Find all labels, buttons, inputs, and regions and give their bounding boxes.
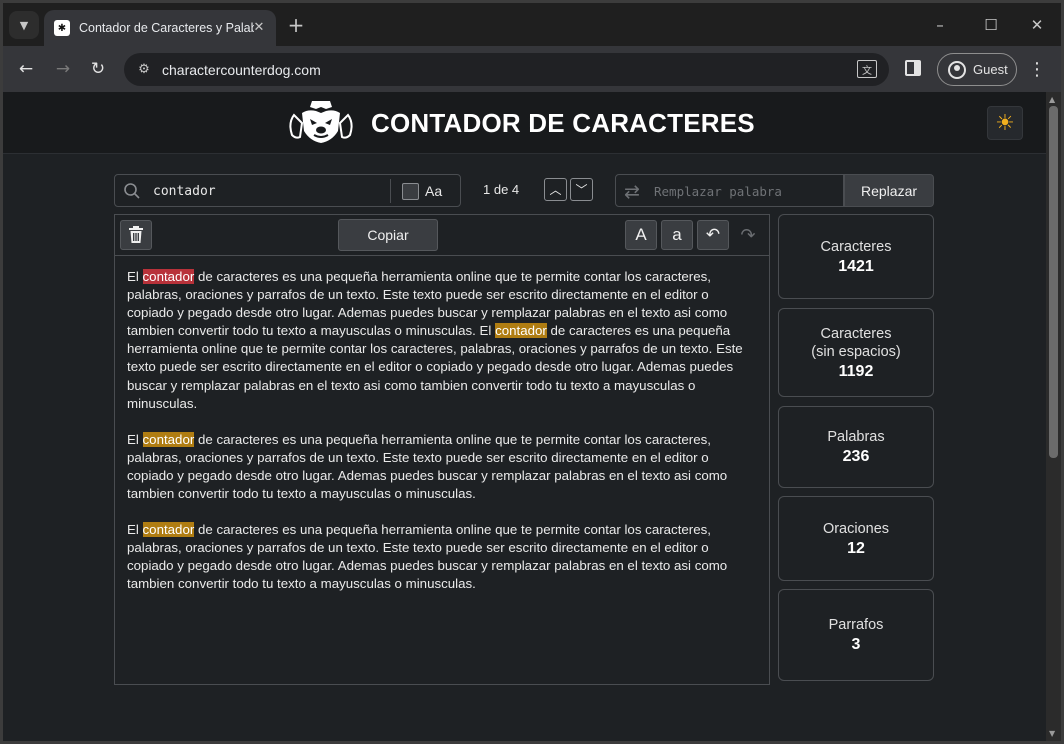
browser-tab[interactable]: ✱ Contador de Caracteres y Palabras ✕: [44, 10, 276, 46]
search-divider: [390, 179, 391, 203]
stat-value: 1421: [838, 257, 874, 275]
uppercase-button[interactable]: A: [625, 220, 657, 250]
translate-icon[interactable]: 文: [857, 60, 877, 78]
stat-label: Caracteres (sin espacios): [811, 325, 901, 360]
chevron-up-icon[interactable]: ︿: [544, 178, 567, 201]
tab-search-icon[interactable]: ▼: [9, 11, 39, 39]
stat-label: Palabras: [827, 429, 885, 445]
plus-icon[interactable]: +: [284, 13, 308, 37]
scroll-thumb[interactable]: [1049, 106, 1058, 458]
replace-box: ⇄: [615, 174, 844, 207]
text-segment: El: [127, 522, 143, 538]
page-content: CONTADOR DE CARACTERES ☀ Aa 1 de 4 ︿ ﹀ ⇄…: [3, 92, 1046, 741]
text-segment: de caracteres es una pequeña herramienta…: [127, 522, 728, 592]
editor-paragraph: El contador de caracteres es una pequeña…: [127, 268, 749, 413]
search-input[interactable]: [153, 180, 387, 202]
text-editor: Copiar A a ↶ ↷ El contador de caracteres…: [114, 214, 770, 685]
match-highlight: contador: [495, 323, 547, 339]
minimize-icon[interactable]: –: [925, 13, 955, 37]
more-vert-icon[interactable]: ⋮: [1027, 55, 1047, 83]
scroll-down-icon[interactable]: ▼: [1049, 729, 1055, 738]
stat-label: Caracteres: [820, 238, 892, 255]
stat-value: 3: [851, 636, 861, 653]
profile-button[interactable]: Guest: [937, 53, 1017, 86]
editor-toolbar: Copiar A a ↶ ↷: [115, 215, 769, 256]
editor-paragraph: El contador de caracteres es una pequeña…: [127, 431, 749, 503]
match-highlight: contador: [142, 431, 195, 447]
tab-bar: ▼ ✱ Contador de Caracteres y Palabras ✕ …: [3, 3, 1061, 46]
close-icon[interactable]: ✕: [250, 18, 268, 36]
replace-icon: ⇄: [624, 181, 640, 203]
match-highlight: contador: [142, 522, 195, 538]
close-window-icon[interactable]: ✕: [1022, 13, 1052, 37]
stat-value: 1192: [838, 362, 874, 380]
trash-icon[interactable]: [120, 220, 152, 250]
tab-title: Contador de Caracteres y Palabras: [79, 21, 254, 35]
browser-toolbar: ← → ↻ ⚙ charactercounterdog.com 文 Guest …: [3, 46, 1061, 92]
profile-icon: [948, 60, 966, 79]
address-bar[interactable]: ⚙ charactercounterdog.com 文: [124, 53, 889, 86]
page-scrollbar[interactable]: ▲ ▼: [1046, 92, 1061, 741]
replace-button[interactable]: Replazar: [844, 174, 934, 207]
editor-paragraph: El contador de caracteres es una pequeña…: [127, 521, 749, 593]
text-segment: El: [127, 431, 143, 447]
replace-input[interactable]: [654, 180, 839, 202]
stat-card-oraciones: Oraciones 12: [778, 496, 934, 581]
side-panel-icon[interactable]: [905, 60, 921, 76]
browser-window: ▼ ✱ Contador de Caracteres y Palabras ✕ …: [3, 3, 1061, 741]
stat-card-parrafos: Parrafos 3: [778, 589, 934, 681]
search-icon: [124, 183, 140, 199]
profile-label: Guest: [973, 62, 1008, 77]
site-info-icon[interactable]: ⚙: [135, 61, 153, 79]
stat-label: Oraciones: [822, 520, 890, 537]
current-match-highlight: contador: [142, 269, 195, 284]
text-segment: El: [127, 269, 143, 284]
reload-icon[interactable]: ↻: [84, 55, 112, 83]
lowercase-button[interactable]: a: [661, 220, 693, 250]
search-box: Aa: [114, 174, 461, 207]
page-title: CONTADOR DE CARACTERES: [371, 108, 755, 138]
stat-card-palabras: Palabras 236: [778, 406, 934, 488]
maximize-icon[interactable]: ☐: [976, 13, 1006, 37]
stat-card-caracteres: Caracteres 1421: [778, 214, 934, 299]
text-segment: de caracteres es una pequeña herramienta…: [127, 431, 728, 502]
back-arrow-icon[interactable]: ←: [12, 55, 40, 83]
case-sensitive-checkbox[interactable]: [402, 183, 419, 200]
favicon-icon: ✱: [54, 20, 70, 36]
match-count: 1 de 4: [483, 182, 520, 197]
copy-button[interactable]: Copiar: [338, 219, 438, 251]
undo-icon[interactable]: ↶: [697, 220, 729, 250]
case-sensitive-label: Aa: [425, 183, 443, 199]
editor-text-area[interactable]: El contador de caracteres es una pequeña…: [127, 268, 749, 612]
scroll-up-icon[interactable]: ▲: [1049, 95, 1055, 104]
site-header: CONTADOR DE CARACTERES ☀: [3, 92, 1046, 154]
stat-card-caracteres-sin-espacios: Caracteres (sin espacios) 1192: [778, 308, 934, 397]
stat-value: 236: [842, 448, 870, 465]
dog-logo-icon: [289, 101, 353, 143]
sun-icon[interactable]: ☀: [987, 106, 1023, 140]
stat-value: 12: [847, 539, 865, 557]
chevron-down-icon[interactable]: ﹀: [570, 178, 593, 201]
redo-icon[interactable]: ↷: [732, 220, 764, 250]
stat-label: Parrafos: [828, 617, 884, 633]
forward-arrow-icon[interactable]: →: [49, 55, 77, 83]
url-text[interactable]: charactercounterdog.com: [162, 62, 321, 78]
